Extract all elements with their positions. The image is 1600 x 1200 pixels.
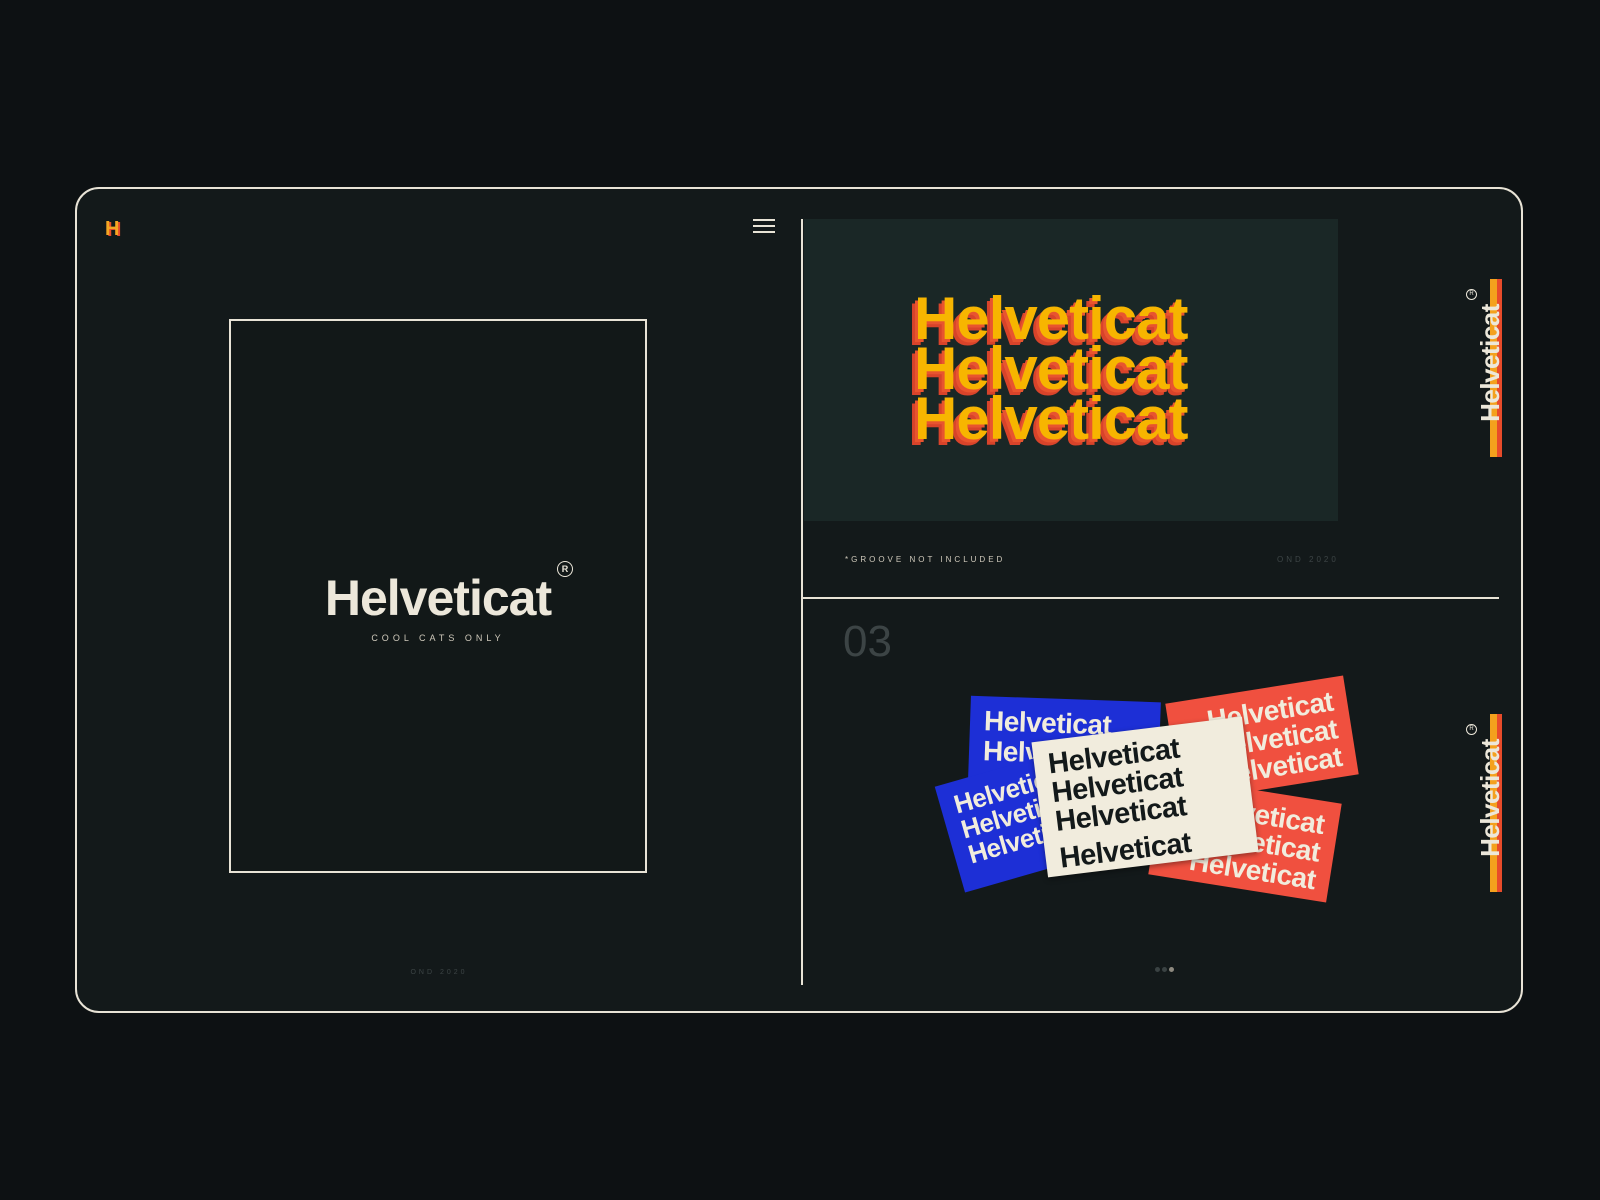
hero-line: Helveticat xyxy=(914,385,1188,452)
hero-caption: *GROOVE NOT INCLUDED xyxy=(845,555,1006,564)
vertical-logo-word: Helveticat xyxy=(1475,304,1505,422)
hamburger-menu-button[interactable] xyxy=(753,219,777,237)
vertical-logo: Helveticat R xyxy=(1466,279,1506,459)
pager-dots xyxy=(1155,967,1179,973)
registered-mark: R xyxy=(557,561,573,577)
horizontal-divider xyxy=(803,597,1499,599)
hero-image: Helveticat Helveticat Helveticat xyxy=(804,219,1338,521)
menu-line xyxy=(753,225,775,227)
footer-date: OND 2020 xyxy=(410,969,468,976)
menu-line xyxy=(753,219,775,221)
menu-line xyxy=(753,231,775,233)
pager-dot[interactable] xyxy=(1162,967,1167,972)
hero-date: OND 2020 xyxy=(1277,555,1339,564)
sticker-cream: Helveticat Helveticat Helveticat Helveti… xyxy=(1031,716,1259,878)
browser-frame: H Helveticat R COOL CATS ONLY OND 2020 H… xyxy=(75,187,1523,1013)
poster-title: Helveticat xyxy=(324,570,552,626)
section-number: 03 xyxy=(843,617,892,666)
vertical-logo-bottom: Helveticat R xyxy=(1466,714,1506,894)
vertical-logo-word: Helveticat xyxy=(1475,739,1505,857)
logo-icon[interactable]: H xyxy=(105,219,125,239)
pager-dot[interactable] xyxy=(1155,967,1160,972)
poster-card: Helveticat R COOL CATS ONLY xyxy=(229,319,647,873)
vertical-divider xyxy=(801,219,803,985)
registered-mark: R xyxy=(1466,289,1477,300)
registered-mark: R xyxy=(1466,724,1477,735)
poster-tagline: COOL CATS ONLY xyxy=(371,633,505,643)
pager-dot-active[interactable] xyxy=(1169,967,1174,972)
